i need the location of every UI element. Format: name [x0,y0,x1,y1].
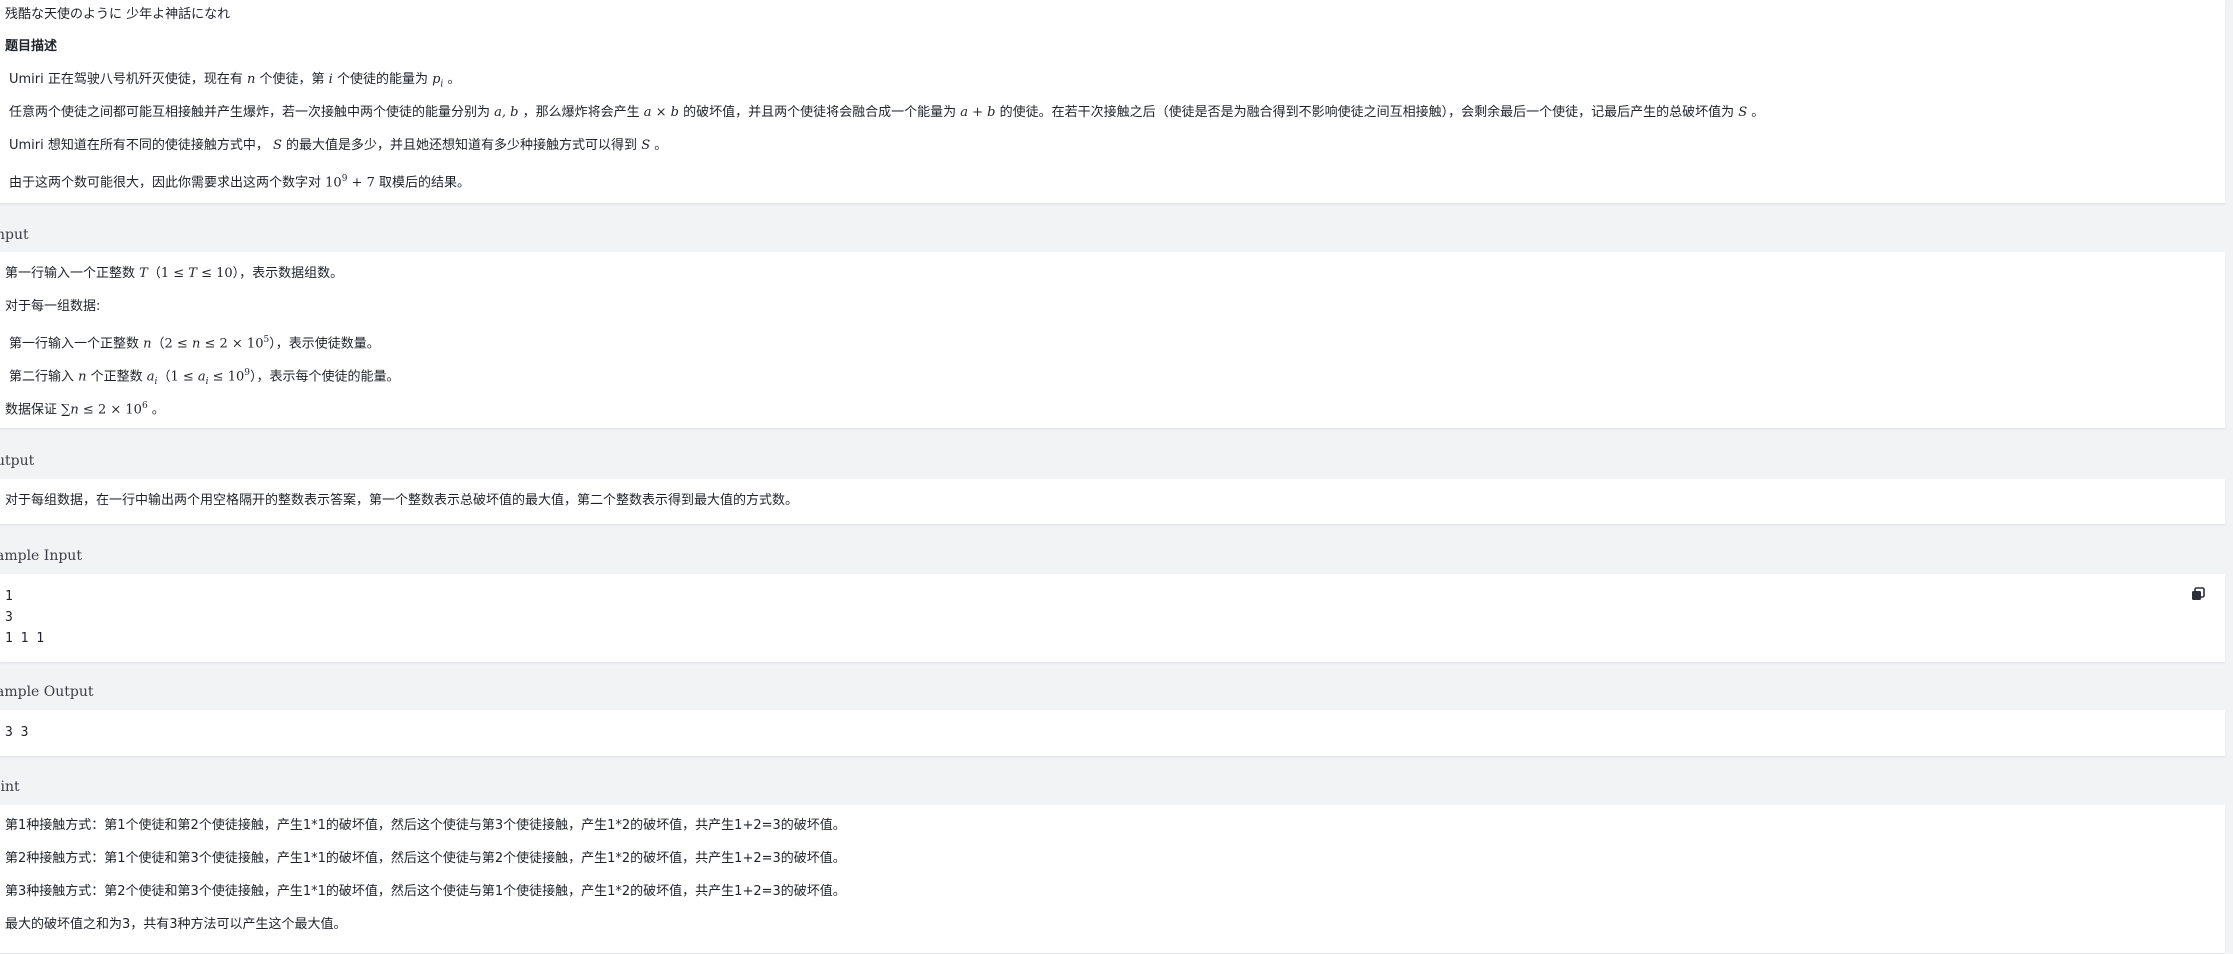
input-line-5: 数据保证 ∑n ≤ 2 × 106 。 [5,401,165,418]
input-section-title: nput [0,227,29,243]
hint-line-2: 第2种接触方式：第1个使徒和第3个使徒接触，产生1*1的破坏值，然后这个使徒与第… [5,851,846,866]
hint-card: 第1种接触方式：第1个使徒和第2个使徒接触，产生1*1的破坏值，然后这个使徒与第… [0,805,2225,954]
copy-icon[interactable] [2191,587,2205,601]
input-line-2: 对于每一组数据: [5,299,101,314]
input-line-1: 第一行输入一个正整数 T（1 ≤ T ≤ 10），表示数据组数。 [5,266,344,281]
sample-output-card: 3 3 [0,710,2225,757]
sample-output-content[interactable]: 3 3 [5,722,28,743]
input-line-3: 第一行输入一个正整数 n（2 ≤ n ≤ 2 × 105），表示使徒数量。 [9,335,380,352]
sample-output-title: ample Output [0,684,94,700]
description-p3: Umiri 想知道在所有不同的使徒接触方式中， S 的最大值是多少，并且她还想知… [9,138,668,153]
hint-section-title: lint [0,779,20,795]
description-heading: 题目描述 [5,39,58,54]
description-p1: Umiri 正在驾驶八号机歼灭使徒，现在有 n 个使徒，第 i 个使徒的能量为 … [9,72,461,90]
description-card: 残酷な天使のように 少年よ神話になれ 题目描述 Umiri 正在驾驶八号机歼灭使… [0,0,2225,204]
output-card: 对于每组数据，在一行中输出两个用空格隔开的整数表示答案，第一个整数表示总破坏值的… [0,479,2225,525]
problem-subtitle: 残酷な天使のように 少年よ神話になれ [5,7,231,22]
sample-input-card: 1 3 1 1 1 [0,574,2225,663]
output-section-title: utput [0,453,35,469]
hint-line-1: 第1种接触方式：第1个使徒和第2个使徒接触，产生1*1的破坏值，然后这个使徒与第… [5,818,846,833]
description-p4: 由于这两个数可能很大，因此你需要求出这两个数字对 109 + 7 取模后的结果。 [9,174,470,191]
sample-input-title: ample Input [0,548,82,564]
hint-line-3: 第3种接触方式：第2个使徒和第3个使徒接触，产生1*1的破坏值，然后这个使徒与第… [5,884,846,899]
description-p2: 任意两个使徒之间都可能互相接触并产生爆炸，若一次接触中两个使徒的能量分别为 a,… [9,105,1765,120]
input-line-4: 第二行输入 n 个正整数 ai（1 ≤ ai ≤ 109），表示每个使徒的能量。 [9,368,400,387]
hint-line-4: 最大的破坏值之和为3，共有3种方法可以产生这个最大值。 [5,917,347,932]
output-line-1: 对于每组数据，在一行中输出两个用空格隔开的整数表示答案，第一个整数表示总破坏值的… [5,493,799,508]
input-card: 第一行输入一个正整数 T（1 ≤ T ≤ 10），表示数据组数。 对于每一组数据… [0,252,2225,429]
sample-input-content[interactable]: 1 3 1 1 1 [5,586,44,649]
